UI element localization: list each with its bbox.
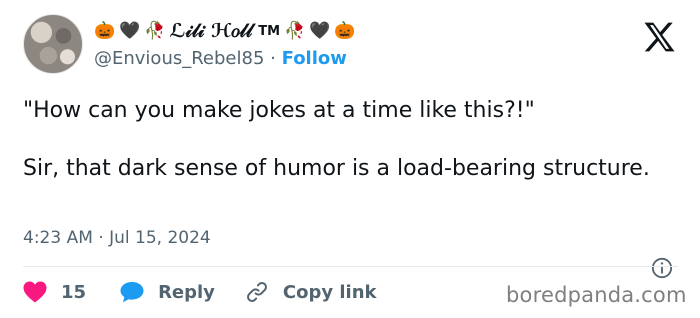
copy-link-label: Copy link xyxy=(282,281,377,303)
reply-label: Reply xyxy=(158,281,215,303)
tweet-paragraph: Sir, that dark sense of humor is a load-… xyxy=(23,156,650,181)
user-handle[interactable]: @Envious_Rebel85 xyxy=(94,48,264,69)
pumpkin-emoji: 🎃 xyxy=(94,20,116,41)
display-name-text: ℒ𝒾𝓁𝒾 ℋ𝑜𝓁𝓁 xyxy=(169,20,253,42)
follow-button[interactable]: Follow xyxy=(282,48,347,69)
trademark-symbol: TM xyxy=(258,23,281,39)
info-icon[interactable] xyxy=(651,257,673,279)
tweet-timestamp[interactable]: 4:23 AM · Jul 15, 2024 xyxy=(23,228,211,248)
separator-dot: · xyxy=(270,48,276,69)
reply-button[interactable]: Reply xyxy=(120,281,215,303)
watermark: boredpanda.com xyxy=(506,283,687,307)
divider xyxy=(23,266,678,267)
like-count: 15 xyxy=(61,281,87,303)
avatar[interactable] xyxy=(23,14,83,74)
black-heart-emoji: 🖤 xyxy=(309,20,331,41)
heart-icon xyxy=(23,281,47,303)
display-name[interactable]: 🎃 🖤 🥀 ℒ𝒾𝓁𝒾 ℋ𝑜𝓁𝓁 TM 🥀 🖤 🎃 xyxy=(94,20,356,42)
pumpkin-emoji: 🎃 xyxy=(334,20,356,41)
handle-row: @Envious_Rebel85 · Follow xyxy=(94,48,347,69)
tweet-date: Jul 15, 2024 xyxy=(109,228,211,248)
separator-dot: · xyxy=(98,228,104,248)
wilted-flower-emoji: 🥀 xyxy=(284,20,306,41)
wilted-flower-emoji: 🥀 xyxy=(144,20,166,41)
link-icon xyxy=(246,282,267,302)
tweet-text: "How can you make jokes at a time like t… xyxy=(23,96,663,183)
action-bar: 15 Reply Copy link xyxy=(23,278,377,306)
copy-link-button[interactable]: Copy link xyxy=(245,280,377,304)
like-button[interactable]: 15 xyxy=(23,281,86,303)
speech-bubble-icon xyxy=(120,282,144,303)
black-heart-emoji: 🖤 xyxy=(119,20,141,41)
tweet-time: 4:23 AM xyxy=(23,228,93,248)
tweet-paragraph: "How can you make jokes at a time like t… xyxy=(23,98,535,123)
x-logo-icon[interactable] xyxy=(643,22,676,52)
